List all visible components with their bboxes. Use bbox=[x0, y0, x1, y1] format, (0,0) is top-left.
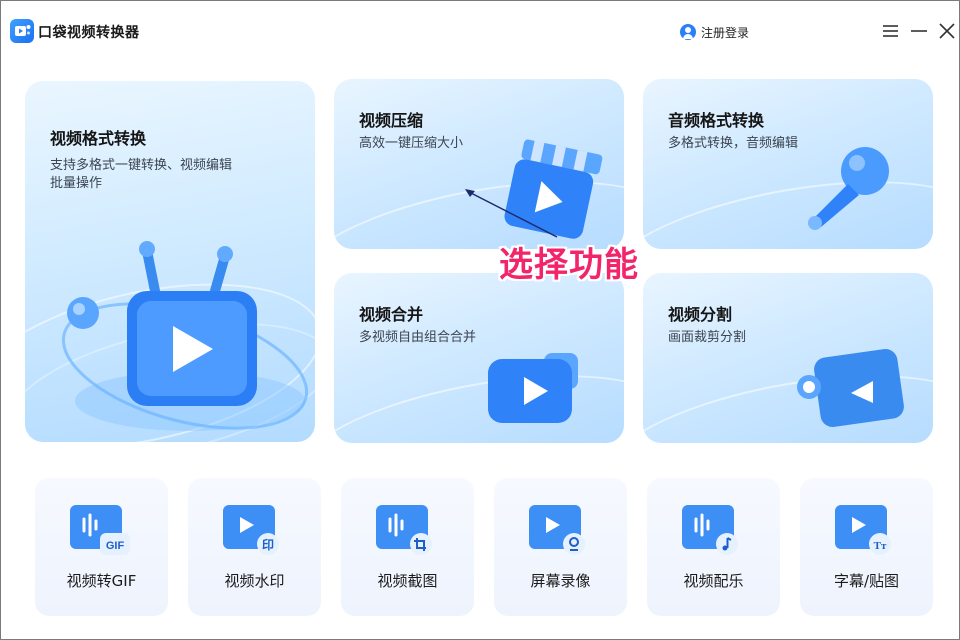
user-avatar-icon bbox=[680, 24, 696, 40]
screenshot-icon bbox=[376, 505, 432, 555]
tool-label: 视频转GIF bbox=[66, 572, 137, 590]
tool-video-music[interactable]: 视频配乐 bbox=[647, 478, 780, 616]
card-desc: 高效一键压缩大小 bbox=[359, 136, 464, 151]
tool-label: 屏幕录像 bbox=[530, 572, 591, 590]
card-audio-format-convert[interactable]: 音频格式转换 多格式转换，音频编辑 bbox=[643, 79, 933, 249]
tool-label: 视频配乐 bbox=[683, 572, 744, 590]
app-window: 口袋视频转换器 注册登录 视频格式转换 支持多格式一键转换、视频编辑 批量操作 … bbox=[0, 0, 960, 640]
tool-video-to-gif[interactable]: GIF 视频转GIF bbox=[35, 478, 168, 616]
login-label: 注册登录 bbox=[701, 25, 750, 40]
title-bar: 口袋视频转换器 注册登录 bbox=[1, 1, 959, 59]
screen-record-icon bbox=[529, 505, 585, 555]
tool-label: 字幕/贴图 bbox=[833, 572, 900, 590]
minimize-icon bbox=[911, 30, 927, 32]
svg-text:GIF: GIF bbox=[106, 540, 125, 552]
card-title: 视频格式转换 bbox=[50, 129, 147, 148]
tool-label: 视频截图 bbox=[377, 572, 438, 590]
app-title: 口袋视频转换器 bbox=[38, 25, 140, 41]
card-title: 视频合并 bbox=[359, 305, 424, 324]
card-desc-line1: 支持多格式一键转换、视频编辑 bbox=[50, 158, 233, 173]
tool-subtitle-sticker[interactable]: Tт 字幕/贴图 bbox=[800, 478, 933, 616]
microphone-icon bbox=[808, 147, 889, 230]
app-logo-icon bbox=[10, 19, 34, 43]
card-video-split[interactable]: 视频分割 画面裁剪分割 bbox=[643, 273, 933, 443]
card-title: 音频格式转换 bbox=[668, 111, 765, 130]
card-desc: 多视频自由组合合并 bbox=[359, 330, 477, 345]
tv-play-icon bbox=[61, 241, 309, 431]
video-camera-icon bbox=[488, 353, 578, 423]
card-video-compress[interactable]: 视频压缩 高效一键压缩大小 bbox=[334, 79, 624, 249]
card-title: 视频分割 bbox=[668, 305, 733, 324]
projector-icon bbox=[797, 349, 904, 427]
svg-text:Tт: Tт bbox=[874, 540, 887, 552]
tool-video-watermark[interactable]: 印 视频水印 bbox=[188, 478, 321, 616]
subtitle-icon: Tт bbox=[835, 505, 891, 555]
close-icon bbox=[939, 23, 955, 39]
tool-label: 视频水印 bbox=[224, 572, 285, 590]
minimize-button[interactable] bbox=[909, 21, 929, 41]
card-video-format-convert[interactable]: 视频格式转换 支持多格式一键转换、视频编辑 批量操作 bbox=[25, 81, 315, 442]
tool-video-screenshot[interactable]: 视频截图 bbox=[341, 478, 474, 616]
hamburger-icon bbox=[883, 25, 898, 37]
card-title: 视频压缩 bbox=[359, 111, 424, 130]
tool-screen-record[interactable]: 屏幕录像 bbox=[494, 478, 627, 616]
menu-button[interactable] bbox=[881, 21, 901, 41]
music-icon bbox=[682, 505, 738, 555]
card-desc: 画面裁剪分割 bbox=[668, 330, 747, 345]
gif-icon: GIF bbox=[70, 505, 130, 555]
card-desc-line2: 批量操作 bbox=[50, 176, 103, 191]
card-video-merge[interactable]: 视频合并 多视频自由组合合并 bbox=[334, 273, 624, 443]
login-button[interactable]: 注册登录 bbox=[680, 23, 749, 41]
clapperboard-icon bbox=[504, 139, 603, 239]
close-button[interactable] bbox=[937, 21, 957, 41]
watermark-icon: 印 bbox=[223, 505, 279, 555]
card-desc: 多格式转换，音频编辑 bbox=[668, 136, 799, 151]
svg-text:印: 印 bbox=[262, 538, 274, 552]
